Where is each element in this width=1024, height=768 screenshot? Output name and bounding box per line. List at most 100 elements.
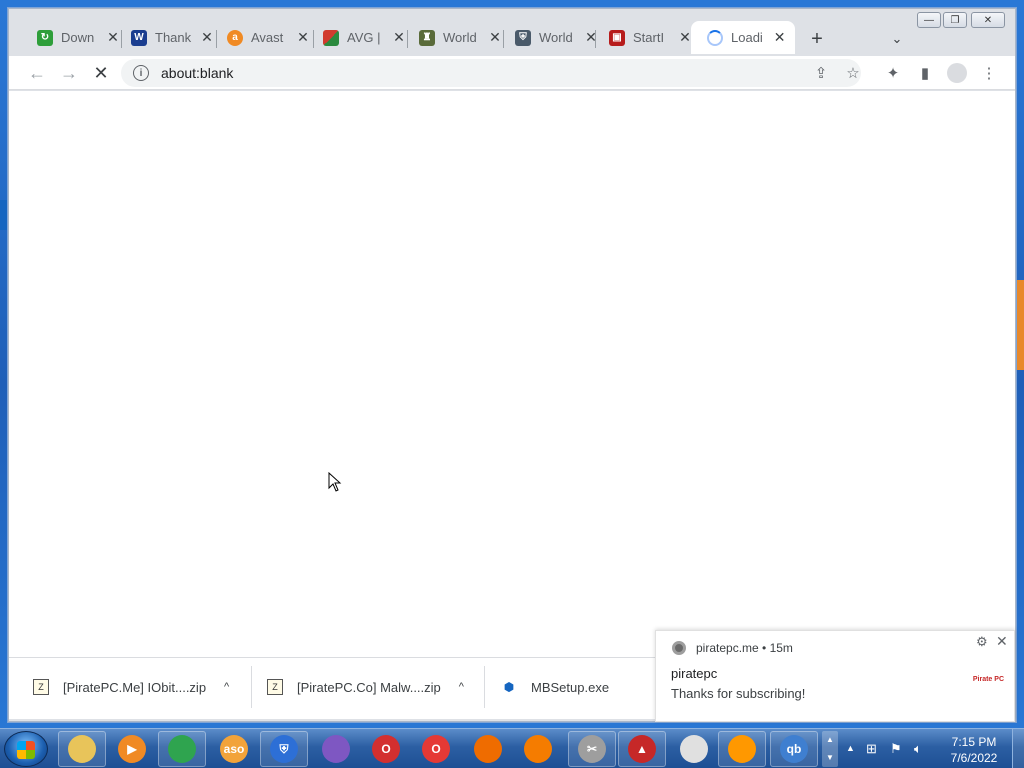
taskbar-app-7[interactable]: O [412,731,460,767]
chevron-up-icon[interactable]: ^ [224,681,229,693]
defender-shield-icon: ⛨ [270,735,298,763]
taskbar-app-9[interactable] [514,731,562,767]
tab-search-button[interactable]: ⌄ [885,27,909,51]
volume-icon[interactable]: 🔈︎ [914,741,922,757]
notification-body: Thanks for subscribing! [671,686,806,701]
windows-logo-icon [17,741,35,759]
startisback-icon: ▲ [628,735,656,763]
w-logo-icon: W [131,29,147,46]
taskbar-app-0[interactable] [58,731,106,767]
download-filename: MBSetup.exe [531,679,610,695]
tab-title: Loadi [731,30,763,45]
mouse-cursor-icon [328,472,342,492]
download-divider [484,666,485,708]
new-tab-button[interactable]: + [805,27,829,51]
close-window-button[interactable]: ✕ [971,12,1005,28]
office-icon [474,735,502,763]
tab-3[interactable]: AVG | ✕ [307,21,415,54]
close-icon[interactable]: ✕ [996,633,1008,650]
taskbar-app-11[interactable]: ▲ [618,731,666,767]
taskbar-app-13[interactable] [718,731,766,767]
tools-icon: ✂ [578,735,606,763]
clock-date[interactable]: 7/6/2022 [944,751,1004,765]
detective-hat-icon [680,735,708,763]
browser-window: ↻ Down ✕ W Thank ✕ a Avast ✕ AVG | ✕ ♜ W… [8,8,1016,722]
tab-title: World [443,30,477,45]
taskbar-app-12[interactable] [670,731,718,767]
taskbar-app-10[interactable]: ✂ [568,731,616,767]
chrome-icon [168,735,196,763]
opera-icon: O [372,735,400,763]
download-item-2[interactable]: ⬢ MBSetup.exe [501,658,609,716]
taskbar-scroll-button[interactable]: ▲ ▼ [822,731,838,767]
info-icon[interactable]: i [133,65,149,81]
tab-0[interactable]: ↻ Down ✕ [21,21,129,54]
close-icon[interactable]: ✕ [772,29,787,46]
taskbar-app-14[interactable]: qb [770,731,818,767]
piratepc-logo-icon: Pirate PC [972,675,1004,683]
tab-title: AVG | [347,30,381,45]
extensions-puzzle-icon[interactable]: ✦ [881,61,905,85]
exe-file-icon: ⬢ [503,680,515,694]
qbittorrent-icon: qb [780,735,808,763]
tab-5[interactable]: ⛨ World ✕ [499,21,607,54]
back-button[interactable]: ← [25,61,49,85]
download-divider [251,666,252,708]
tab-title: World [539,30,573,45]
minimize-button[interactable]: — [917,12,941,28]
tray-expand-icon[interactable]: ▲ [846,743,855,753]
forward-button[interactable]: → [57,61,81,85]
url-text[interactable]: about:blank [161,65,233,81]
tab-6[interactable]: ▣ StartI ✕ [593,21,701,54]
side-panel-icon[interactable]: ▮ [913,61,937,85]
shield-site-icon: ⛨ [515,29,531,46]
taskbar-app-4[interactable]: ⛨ [260,731,308,767]
avast-icon: a [227,29,243,46]
taskbar-app-3[interactable]: aso [210,731,258,767]
taskbar-app-5[interactable] [312,731,360,767]
tab-1[interactable]: W Thank ✕ [115,21,223,54]
zip-file-icon: Z [267,679,283,695]
tab-strip: ↻ Down ✕ W Thank ✕ a Avast ✕ AVG | ✕ ♜ W… [9,9,1015,56]
chrome-icon [672,641,686,655]
chevron-up-icon[interactable]: ^ [459,681,464,693]
desktop-edge [0,200,8,230]
clock-time[interactable]: 7:15 PM [944,735,1004,749]
maximize-button[interactable]: ❐ [943,12,967,28]
page-content[interactable] [9,91,1015,657]
taskbar: ▶ aso ⛨ O O ✂ ▲ qb ▲ ▼ ▲ ⊞ ⚑ 🔈︎ 7:15 PM 7/6/2022 [0,728,1024,768]
gear-icon[interactable]: ⚙ [976,634,988,650]
tab-title: Avast [251,30,284,45]
avg-icon [323,29,339,46]
download-site-icon: ↻ [37,29,53,46]
profile-avatar-icon[interactable] [945,61,969,85]
push-notification[interactable]: piratepc.me • 15m ⚙ ✕ piratepc Thanks fo… [655,630,1015,722]
explorer-icon [68,735,96,763]
show-desktop-button[interactable] [1012,729,1024,768]
taskbar-app-2[interactable] [158,731,206,767]
aso-icon: aso [220,735,248,763]
download-item-1[interactable]: Z [PiratePC.Co] Malw....zip ^ [267,658,464,716]
start-button[interactable] [4,731,48,767]
download-filename: [PiratePC.Co] Malw....zip [297,679,441,695]
action-center-flag-icon[interactable]: ⚑ [890,741,902,757]
tab-7-active[interactable]: Loadi ✕ [691,21,795,54]
taskbar-app-8[interactable] [464,731,512,767]
download-item-0[interactable]: Z [PiratePC.Me] IObit....zip ^ [33,658,229,716]
loading-spinner-icon [707,29,723,46]
network-icon[interactable]: ⊞ [866,741,877,757]
address-bar[interactable]: i about:blank [121,59,861,87]
browser-toolbar: ← → ✕ i about:blank ⇪ ☆ ✦ ▮ ⋮ [9,56,1015,90]
menu-kebab-icon[interactable]: ⋮ [977,61,1001,85]
stop-loading-button[interactable]: ✕ [89,61,113,85]
tab-title: StartI [633,30,665,45]
world-site-icon: ♜ [419,29,435,46]
bookmark-star-icon[interactable]: ☆ [841,61,865,85]
taskbar-app-6[interactable]: O [362,731,410,767]
zip-file-icon: Z [33,679,49,695]
taskbar-app-1[interactable]: ▶ [108,731,156,767]
share-icon[interactable]: ⇪ [809,61,833,85]
tab-2[interactable]: a Avast ✕ [211,21,319,54]
avast-secure-browser-icon [322,735,350,763]
tab-4[interactable]: ♜ World ✕ [403,21,511,54]
